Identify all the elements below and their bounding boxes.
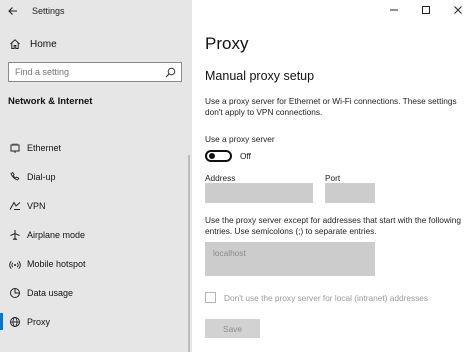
- port-label: Port: [325, 173, 341, 183]
- exceptions-value: localhost: [213, 248, 246, 258]
- window-controls: [378, 0, 474, 20]
- close-button[interactable]: [442, 0, 474, 20]
- title-bar: Settings: [0, 0, 192, 22]
- toggle-knob: [209, 153, 215, 159]
- minimize-button[interactable]: [378, 0, 410, 20]
- sidebar-item-label: VPN: [27, 200, 46, 211]
- address-field[interactable]: [205, 183, 313, 203]
- sidebar-item-ethernet[interactable]: Ethernet: [0, 133, 192, 162]
- section-heading: Manual proxy setup: [205, 69, 315, 83]
- search-box[interactable]: [8, 62, 182, 82]
- sidebar: Settings Home Network & Internet Etherne…: [0, 0, 192, 352]
- sidebar-item-label: Proxy: [27, 316, 51, 327]
- sidebar-item-mobile-hotspot[interactable]: Mobile hotspot: [0, 249, 192, 278]
- local-bypass-row: Don't use the proxy server for local (in…: [205, 292, 428, 303]
- address-label: Address: [205, 173, 236, 183]
- sidebar-item-label: Ethernet: [27, 142, 62, 153]
- sidebar-item-label: Mobile hotspot: [27, 258, 86, 269]
- back-arrow-icon: [8, 7, 17, 15]
- main-content: Proxy Manual proxy setup Use a proxy ser…: [192, 0, 474, 352]
- exceptions-description: Use the proxy server except for addresse…: [205, 215, 461, 236]
- data-usage-icon: [0, 287, 27, 299]
- local-bypass-checkbox[interactable]: [205, 292, 216, 303]
- maximize-button[interactable]: [410, 0, 442, 20]
- back-button[interactable]: [0, 0, 26, 22]
- page-title: Proxy: [205, 34, 249, 53]
- sidebar-item-label: Airplane mode: [27, 229, 86, 240]
- vpn-icon: [0, 200, 27, 212]
- use-proxy-toggle[interactable]: [205, 150, 232, 162]
- sidebar-scrollbar[interactable]: [188, 155, 190, 352]
- exceptions-field[interactable]: localhost: [205, 242, 375, 276]
- proxy-description: Use a proxy server for Ethernet or Wi-Fi…: [205, 96, 457, 117]
- airplane-icon: [0, 229, 27, 241]
- sidebar-item-dialup[interactable]: Dial-up: [0, 162, 192, 191]
- search-input[interactable]: [9, 67, 159, 77]
- home-icon: [0, 38, 30, 50]
- sidebar-item-data-usage[interactable]: Data usage: [0, 278, 192, 307]
- sidebar-item-proxy[interactable]: Proxy: [0, 307, 192, 336]
- hotspot-icon: [0, 258, 27, 270]
- close-icon: [454, 6, 462, 14]
- use-proxy-label: Use a proxy server: [205, 134, 275, 144]
- sidebar-nav: Ethernet Dial-up VPN Airplane mode Mobil…: [0, 133, 192, 336]
- dialup-icon: [0, 171, 27, 183]
- port-field[interactable]: [325, 183, 375, 203]
- local-bypass-label: Don't use the proxy server for local (in…: [224, 292, 429, 303]
- sidebar-item-label: Dial-up: [27, 171, 56, 182]
- search-icon[interactable]: [159, 67, 181, 78]
- save-button[interactable]: Save: [205, 319, 260, 338]
- minimize-icon: [390, 9, 398, 11]
- maximize-icon: [422, 6, 430, 14]
- sidebar-item-vpn[interactable]: VPN: [0, 191, 192, 220]
- sidebar-item-label: Data usage: [27, 287, 74, 298]
- section-title: Network & Internet: [8, 96, 93, 107]
- toggle-state-label: Off: [240, 151, 251, 161]
- sidebar-item-airplane-mode[interactable]: Airplane mode: [0, 220, 192, 249]
- ethernet-icon: [0, 142, 27, 154]
- use-proxy-toggle-row: Off: [205, 150, 251, 162]
- sidebar-item-home[interactable]: Home: [0, 34, 192, 54]
- globe-icon: [0, 316, 27, 328]
- app-title: Settings: [32, 6, 65, 16]
- sidebar-item-label: Home: [30, 38, 57, 50]
